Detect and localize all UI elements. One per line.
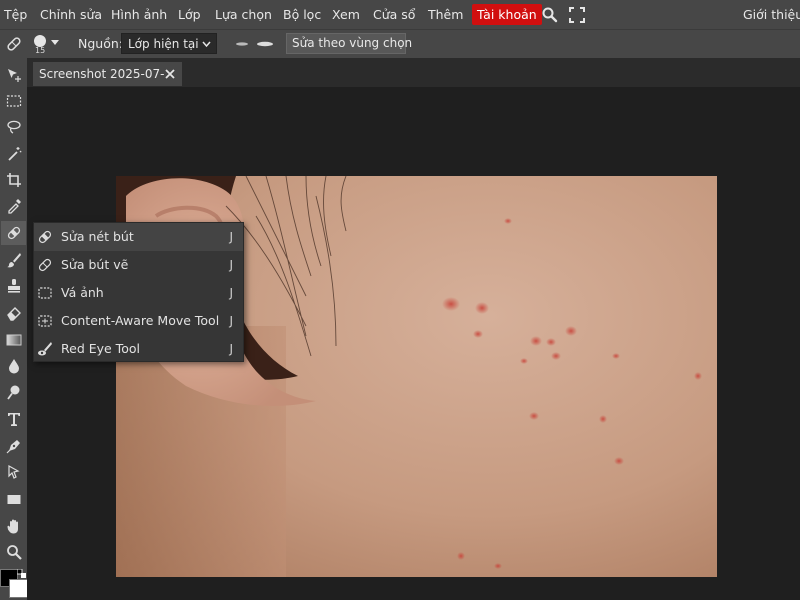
shape-tool[interactable]: [1, 487, 26, 511]
content-aware-move-icon: [38, 315, 52, 327]
eraser-icon: [6, 307, 21, 321]
move-tool[interactable]: [1, 63, 26, 87]
menu-more[interactable]: Thêm: [428, 0, 463, 29]
flyout-item-shortcut: J: [229, 342, 233, 356]
menu-account[interactable]: Tài khoản: [472, 4, 542, 25]
magic-wand-tool[interactable]: [1, 142, 26, 166]
tab-document[interactable]: Screenshot 2025-07-: [33, 62, 182, 86]
options-bar: 15 Nguồn: Lớp hiện tại Sửa theo vùng chọ…: [0, 29, 800, 59]
brush-tool[interactable]: [1, 248, 26, 272]
type-tool[interactable]: [1, 407, 26, 431]
spot-healing-icon: [38, 230, 52, 244]
menu-layer[interactable]: Lớp: [178, 0, 201, 29]
magic-wand-icon: [7, 147, 22, 161]
menu-window[interactable]: Cửa sổ: [373, 0, 415, 29]
search-icon[interactable]: [541, 6, 559, 24]
source-label: Nguồn:: [78, 36, 123, 51]
eyedropper-tool[interactable]: [1, 194, 26, 218]
gradient-icon: [6, 334, 21, 346]
brush-stroke-preview-icon: [236, 41, 273, 47]
droplet-icon: [8, 359, 19, 374]
pen-icon: [6, 440, 20, 454]
type-icon: [7, 413, 20, 426]
close-icon[interactable]: [164, 68, 176, 80]
red-eye-icon: [38, 342, 52, 356]
tab-strip: Screenshot 2025-07-: [27, 58, 800, 87]
flyout-item-shortcut: J: [229, 314, 233, 328]
zoom-tool[interactable]: [1, 540, 26, 564]
eyedropper-icon: [7, 199, 21, 214]
path-select-icon: [7, 464, 20, 479]
flyout-item-shortcut: J: [229, 230, 233, 244]
toolbar: [0, 58, 27, 600]
fix-selection-button[interactable]: Sửa theo vùng chọn: [286, 33, 412, 54]
clone-stamp-tool[interactable]: [1, 274, 26, 298]
menu-about[interactable]: Giới thiệu: [743, 0, 800, 29]
dodge-icon: [6, 385, 19, 400]
flyout-item-label: Sửa nét bút: [61, 229, 134, 244]
brush-icon: [6, 253, 21, 268]
flyout-item-spot-healing[interactable]: Sửa nét bút J: [34, 223, 243, 251]
menu-select[interactable]: Lựa chọn: [215, 0, 272, 29]
stamp-icon: [7, 279, 20, 293]
move-icon: [7, 69, 21, 82]
lasso-icon: [6, 120, 21, 134]
pen-tool[interactable]: [1, 434, 26, 458]
healing-brush-icon: [38, 258, 52, 272]
flyout-item-patch[interactable]: Vá ảnh J: [34, 279, 243, 307]
menu-view[interactable]: Xem: [332, 0, 360, 29]
marquee-icon: [6, 95, 21, 107]
chevron-down-icon[interactable]: [50, 39, 60, 47]
lasso-tool[interactable]: [1, 115, 26, 139]
rectangle-icon: [7, 495, 20, 504]
background-color-swatch[interactable]: [9, 579, 28, 598]
flyout-item-shortcut: J: [229, 286, 233, 300]
chevron-down-icon: [202, 41, 211, 48]
healing-brush-tool[interactable]: [1, 221, 26, 245]
crop-icon: [6, 173, 21, 187]
dodge-tool[interactable]: [1, 380, 26, 404]
flyout-item-content-aware-move[interactable]: Content-Aware Move Tool J: [34, 307, 243, 335]
source-select[interactable]: Lớp hiện tại: [121, 33, 217, 54]
menu-filter[interactable]: Bộ lọc: [283, 0, 321, 29]
fullscreen-icon[interactable]: [568, 6, 586, 24]
marquee-tool[interactable]: [1, 89, 26, 113]
healing-tool-icon: [7, 37, 21, 51]
flyout-item-healing-brush[interactable]: Sửa bút vẽ J: [34, 251, 243, 279]
menu-image[interactable]: Hình ảnh: [111, 0, 167, 29]
crop-tool[interactable]: [1, 168, 26, 192]
flyout-item-label: Sửa bút vẽ: [61, 257, 129, 272]
brush-size: 15: [35, 46, 46, 55]
tab-document-title: Screenshot 2025-07-: [39, 67, 165, 81]
zoom-icon: [6, 545, 22, 560]
flyout-item-label: Vá ảnh: [61, 285, 104, 300]
swap-colors-icon[interactable]: [17, 569, 26, 578]
hand-tool[interactable]: [1, 514, 26, 538]
menu-file[interactable]: Tệp: [4, 0, 27, 29]
path-select-tool[interactable]: [1, 460, 26, 484]
menu-edit[interactable]: Chỉnh sửa: [40, 0, 102, 29]
healing-tools-flyout: Sửa nét bút J Sửa bút vẽ J Vá ảnh J Cont…: [33, 222, 244, 362]
flyout-item-red-eye[interactable]: Red Eye Tool J: [34, 335, 243, 363]
source-select-value: Lớp hiện tại: [128, 37, 199, 51]
eraser-tool[interactable]: [1, 301, 26, 325]
blur-tool[interactable]: [1, 354, 26, 378]
bandage-icon: [7, 226, 20, 240]
hand-icon: [6, 519, 18, 534]
patch-icon: [38, 287, 52, 299]
menu-bar: Tệp Chỉnh sửa Hình ảnh Lớp Lựa chọn Bộ l…: [0, 0, 800, 29]
flyout-item-label: Red Eye Tool: [61, 341, 140, 356]
flyout-item-label: Content-Aware Move Tool: [61, 313, 220, 328]
gradient-tool[interactable]: [1, 328, 26, 352]
flyout-item-shortcut: J: [229, 258, 233, 272]
